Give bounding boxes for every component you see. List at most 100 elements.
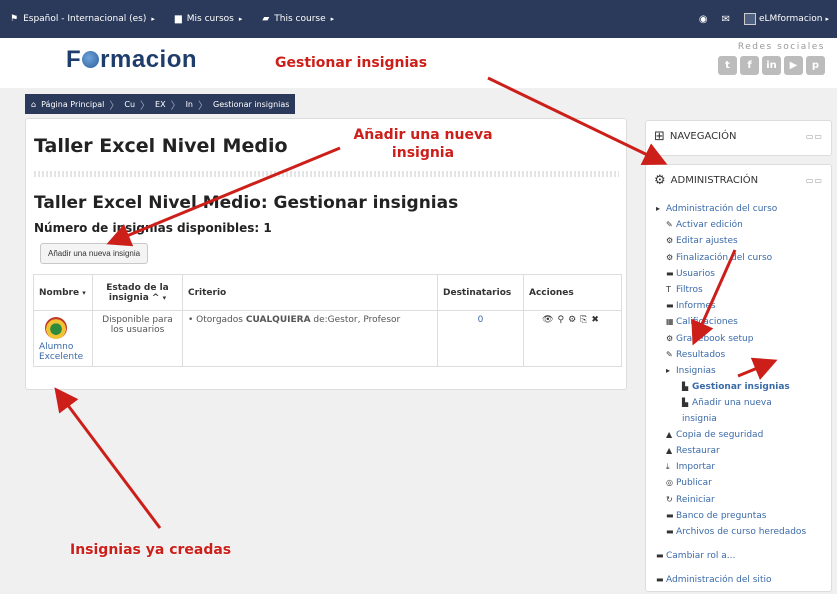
badge-count-heading: Número de insignias disponibles: 1 bbox=[34, 221, 272, 235]
badge-name-cell[interactable]: Alumno Excelente bbox=[33, 310, 93, 367]
flag-icon: ⚑ bbox=[10, 14, 19, 24]
admin-item-badges[interactable]: ▸ Insignias bbox=[656, 363, 816, 379]
admin-item-reset[interactable]: ↻ Reiniciar bbox=[656, 492, 816, 508]
badge-name-link[interactable]: Alumno Excelente bbox=[39, 342, 83, 362]
admin-item-question-bank[interactable]: ▬ Banco de preguntas bbox=[656, 508, 816, 524]
admin-item-backup[interactable]: ▲ Copia de seguridad bbox=[656, 427, 816, 443]
caret-right-icon: ▸ bbox=[238, 15, 243, 23]
add-badge-button[interactable]: Añadir una nueva insignia bbox=[40, 243, 149, 264]
breadcrumb-course[interactable]: EX bbox=[155, 100, 166, 109]
navigation-block-header[interactable]: ⊞ NAVEGACIÓN ▭▭ bbox=[646, 121, 831, 151]
breadcrumb-separator: 〉 bbox=[140, 100, 151, 112]
pencil-icon: ✎ bbox=[666, 349, 673, 359]
breadcrumb-separator: 〉 bbox=[170, 100, 181, 112]
messages-icon[interactable]: ✉ bbox=[722, 14, 730, 25]
admin-item-add-badge[interactable]: ▙ Añadir una nueva insignia bbox=[656, 395, 806, 426]
language-menu[interactable]: ⚑ Español - Internacional (es) ▸ bbox=[0, 0, 165, 38]
admin-item-publish[interactable]: ◎ Publicar bbox=[656, 475, 816, 491]
page-icon: ▙ bbox=[682, 398, 689, 408]
breadcrumb-course-category[interactable]: Cu bbox=[124, 100, 135, 109]
my-courses-label: Mis cursos bbox=[186, 14, 234, 24]
refresh-icon: ↻ bbox=[666, 494, 673, 504]
breadcrumb: ⌂ Página Principal 〉 Cu 〉 EX 〉 In 〉 Gest… bbox=[25, 94, 296, 114]
upload-icon: ▲ bbox=[666, 429, 673, 439]
briefcase-icon: ▆ bbox=[174, 14, 182, 24]
breadcrumb-current: Gestionar insignias bbox=[213, 99, 290, 109]
youtube-icon[interactable]: ▶ bbox=[784, 56, 803, 75]
folder-icon: ▬ bbox=[666, 527, 674, 537]
social-title: Redes sociales bbox=[737, 42, 825, 52]
globe-icon bbox=[82, 51, 100, 68]
badges-table: Nombre ▾ Estado de la insignia ^ ▾ Crite… bbox=[33, 274, 622, 367]
page-title: Taller Excel Nivel Medio: Gestionar insi… bbox=[34, 193, 459, 213]
divider bbox=[34, 171, 619, 177]
notifications-icon[interactable]: ◉ bbox=[699, 14, 708, 25]
linkedin-icon[interactable]: in bbox=[762, 56, 781, 75]
administration-block: ⚙ ADMINISTRACIÓN ▭▭ ▸ Administración del … bbox=[645, 164, 832, 592]
folder-icon: ▬ bbox=[666, 301, 674, 311]
administration-block-title: ADMINISTRACIÓN bbox=[670, 174, 759, 186]
user-menu[interactable]: eLMformacion ▸ bbox=[744, 13, 829, 25]
admin-item-course-admin[interactable]: ▸ Administración del curso bbox=[656, 201, 816, 217]
twitter-icon[interactable]: t bbox=[718, 56, 737, 75]
admin-item-completion[interactable]: ⚙ Finalización del curso bbox=[656, 250, 816, 266]
admin-item-gradebook[interactable]: ⚙ Gradebook setup bbox=[656, 331, 816, 347]
admin-item-manage-badges[interactable]: ▙ Gestionar insignias bbox=[656, 379, 816, 395]
column-header-status[interactable]: Estado de la insignia ^ ▾ bbox=[92, 274, 183, 311]
table-icon: ▦ bbox=[666, 317, 674, 327]
eye-icon[interactable]: 👁 bbox=[542, 315, 557, 325]
folder-icon: ▬ bbox=[656, 575, 664, 585]
column-header-actions: Acciones bbox=[523, 274, 622, 311]
admin-item-edit-settings[interactable]: ⚙ Editar ajustes bbox=[656, 233, 816, 249]
badge-criteria: • Otorgados CUALQUIERA de:Gestor, Profes… bbox=[182, 310, 438, 367]
download-icon: ▲ bbox=[666, 446, 673, 456]
copy-icon[interactable]: ⎘ bbox=[580, 315, 591, 325]
language-label: Español - Internacional (es) bbox=[23, 14, 147, 24]
arrow-to-existing-badges bbox=[54, 387, 162, 529]
administration-block-header[interactable]: ⚙ ADMINISTRACIÓN ▭▭ bbox=[646, 165, 831, 195]
column-header-name[interactable]: Nombre ▾ bbox=[33, 274, 93, 311]
column-header-recipients: Destinatarios bbox=[437, 274, 524, 311]
facebook-icon[interactable]: f bbox=[740, 56, 759, 75]
table-row: Alumno Excelente Disponible para los usu… bbox=[33, 310, 622, 367]
admin-item-edit-on[interactable]: ✎ Activar edición bbox=[656, 217, 816, 233]
main-content: Taller Excel Nivel Medio Taller Excel Ni… bbox=[25, 118, 627, 390]
folder-icon: ▬ bbox=[666, 510, 674, 520]
gear-icon[interactable]: ⚙ bbox=[568, 315, 580, 325]
admin-item-restore[interactable]: ▲ Restaurar bbox=[656, 443, 816, 459]
annotation-add-badge: Añadir una nueva insignia bbox=[353, 127, 493, 161]
book-icon: ▰ bbox=[262, 14, 270, 24]
award-icon[interactable]: ⚲ bbox=[558, 315, 569, 325]
site-logo[interactable]: Frmacion bbox=[66, 46, 197, 74]
admin-item-outcomes[interactable]: ✎ Resultados bbox=[656, 347, 816, 363]
block-controls-icon[interactable]: ▭▭ bbox=[806, 176, 823, 185]
my-courses-menu[interactable]: ▆ Mis cursos ▸ bbox=[165, 0, 253, 38]
delete-icon[interactable]: ✖ bbox=[591, 315, 603, 325]
avatar bbox=[744, 13, 756, 25]
admin-item-reports[interactable]: ▬ Informes bbox=[656, 298, 816, 314]
admin-tree: ▸ Administración del curso ✎ Activar edici… bbox=[656, 201, 816, 589]
top-navbar: ⚑ Español - Internacional (es) ▸ ▆ Mis c… bbox=[0, 0, 837, 38]
this-course-label: This course bbox=[274, 14, 326, 24]
column-header-criteria: Criterio bbox=[182, 274, 438, 311]
badge-recipients-link[interactable]: 0 bbox=[437, 310, 524, 367]
admin-item-site-admin[interactable]: ▬ Administración del sitio bbox=[656, 572, 816, 588]
navigation-block: ⊞ NAVEGACIÓN ▭▭ bbox=[645, 120, 832, 156]
admin-item-grades[interactable]: ▦ Calificaciones bbox=[656, 314, 816, 330]
admin-item-switch-role[interactable]: ▬ Cambiar rol a... bbox=[656, 548, 816, 564]
admin-item-filters[interactable]: T Filtros bbox=[656, 282, 816, 298]
admin-item-legacy-files[interactable]: ▬ Archivos de curso heredados bbox=[656, 524, 816, 540]
cog-icon: ⚙ bbox=[666, 333, 674, 343]
course-title: Taller Excel Nivel Medio bbox=[34, 135, 288, 157]
breadcrumb-badges[interactable]: In bbox=[186, 100, 193, 109]
annotation-existing-badges: Insignias ya creadas bbox=[70, 542, 232, 558]
folder-open-icon: ▸ bbox=[666, 366, 671, 376]
pinterest-icon[interactable]: p bbox=[806, 56, 825, 75]
breadcrumb-home[interactable]: Página Principal bbox=[41, 100, 104, 109]
sitemap-icon: ⊞ bbox=[654, 128, 665, 144]
admin-item-users[interactable]: ▬ Usuarios bbox=[656, 266, 816, 282]
admin-item-import[interactable]: ⤓ Importar bbox=[656, 459, 816, 475]
block-controls-icon[interactable]: ▭▭ bbox=[806, 132, 823, 141]
this-course-menu[interactable]: ▰ This course ▸ bbox=[252, 0, 344, 38]
home-icon: ⌂ bbox=[31, 99, 37, 109]
